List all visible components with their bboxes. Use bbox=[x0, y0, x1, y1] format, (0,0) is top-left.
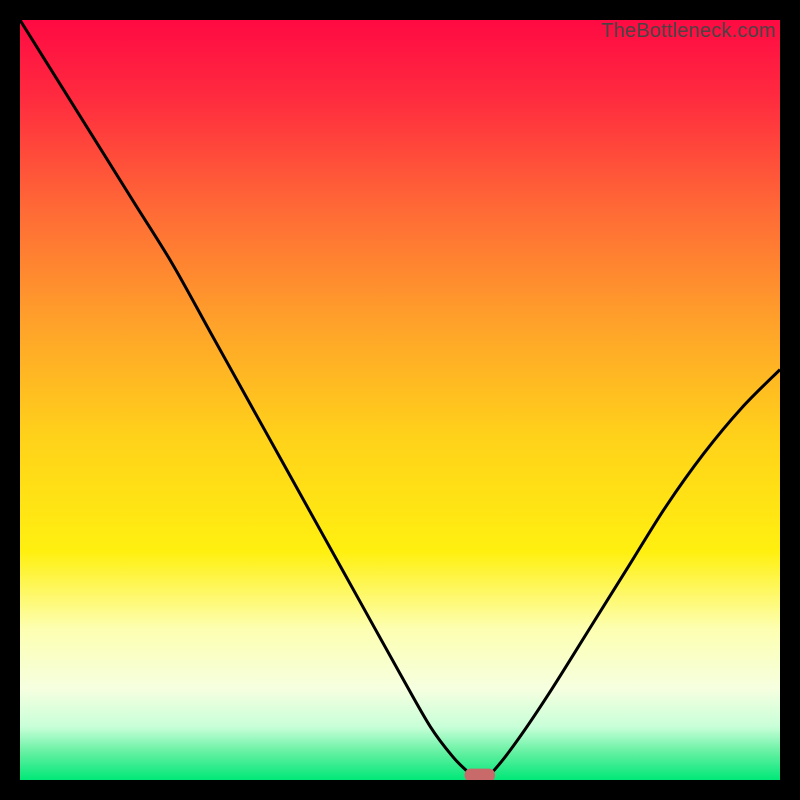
chart-frame: TheBottleneck.com bbox=[0, 0, 800, 800]
bottleneck-chart bbox=[20, 20, 780, 780]
optimal-marker bbox=[465, 769, 495, 780]
watermark-text: TheBottleneck.com bbox=[601, 20, 776, 43]
plot-area: TheBottleneck.com bbox=[20, 20, 780, 780]
gradient-background bbox=[20, 20, 780, 780]
